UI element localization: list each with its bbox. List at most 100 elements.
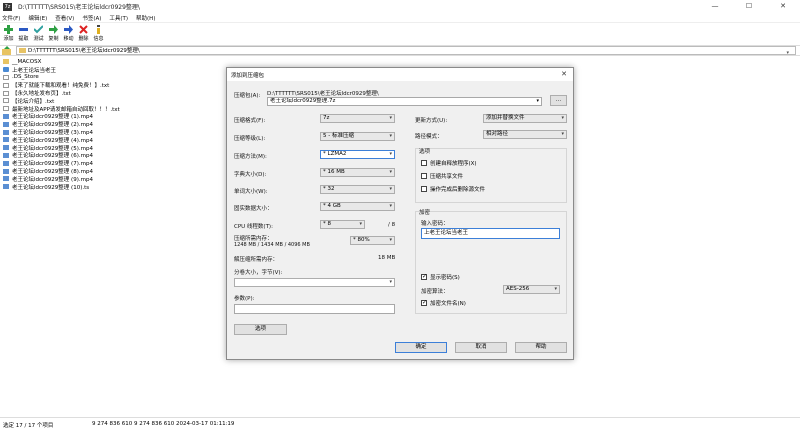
menu-view[interactable]: 查看(V) <box>55 14 74 22</box>
mem-label: 压缩所需内存： <box>234 236 273 242</box>
solid-select[interactable]: * 4 GB ▾ <box>320 202 395 211</box>
file-name: 老王论坛ldcr0929整理 (10).ts <box>12 184 90 191</box>
video-file-icon <box>3 168 9 174</box>
maximize-button[interactable]: ☐ <box>732 0 766 13</box>
decomp-value: 18 MB <box>378 255 396 261</box>
level-select[interactable]: 5 - 标准压缩 ▾ <box>320 132 395 141</box>
file-name: 上老王论坛当老王 <box>12 67 57 74</box>
delete-button[interactable]: 删除 <box>76 24 91 44</box>
status-packed-size: 9 274 836 610 <box>134 421 175 427</box>
sfx-checkbox[interactable]: 创建自释放程序(X) <box>421 159 477 167</box>
cpu-total: / 8 <box>388 222 396 228</box>
encrypt-group-label: 加密 <box>419 210 431 216</box>
file-name: 老王论坛ldcr0929整理 (6).mp4 <box>12 153 93 160</box>
menu-tools[interactable]: 工具(T) <box>109 14 128 22</box>
check-icon <box>34 25 44 34</box>
archive-path: D:\TTTTTT\SRS015\老王论坛ldcr0929整理\ <box>267 91 379 97</box>
format-select[interactable]: 7z ▾ <box>320 114 395 123</box>
video-file-icon <box>3 184 9 190</box>
file-name: .DS_Store <box>12 74 39 81</box>
shared-checkbox[interactable]: 压缩共享文件 <box>421 172 463 180</box>
mem-select[interactable]: * 80% ▾ <box>350 236 395 245</box>
video-file-icon <box>3 129 9 135</box>
dict-label: 字典大小(D): <box>234 172 267 178</box>
menu-file[interactable]: 文件(F) <box>2 14 20 22</box>
menu-bookmarks[interactable]: 书签(A) <box>82 14 101 22</box>
file-name: 【永久地址发布页】.txt <box>12 91 71 98</box>
file-list-item[interactable]: __MACOSX <box>0 58 800 66</box>
params-label: 参数(P): <box>234 296 255 302</box>
password-input[interactable]: 上老王论坛当老王 <box>421 228 560 239</box>
split-label: 分卷大小，字节(V): <box>234 270 283 276</box>
status-bar: 选定 17 / 17 个项目 9 274 836 610 9 274 836 6… <box>0 417 800 429</box>
title-bar: 7z D:\TTTTTT\SRS015\老王论坛ldcr0929整理\ — ☐ … <box>0 0 800 13</box>
browse-button[interactable]: ... <box>550 95 567 106</box>
file-name: 【论坛介绍】.txt <box>12 98 55 105</box>
cancel-button[interactable]: 取消 <box>455 342 507 353</box>
decomp-label: 解压缩所需内存： <box>234 257 279 263</box>
cpu-select[interactable]: * 8 ▾ <box>320 220 365 229</box>
move-button[interactable]: 移动 <box>61 24 76 44</box>
path-select[interactable]: 相对路径 ▾ <box>483 130 567 139</box>
delete-x-icon <box>79 25 89 34</box>
params-input[interactable] <box>234 304 395 314</box>
show-password-checkbox[interactable]: ✓ 显示密码(S) <box>421 273 460 281</box>
archive-label: 压缩包(A): <box>234 93 261 99</box>
status-date: 2024-03-17 01:11:19 <box>176 421 235 427</box>
chevron-down-icon: ▾ <box>359 221 362 227</box>
toolbar: 添加 提取 测试 复制 移动 删除 信息 <box>0 24 800 44</box>
chevron-down-icon[interactable]: ▾ <box>786 49 789 57</box>
path-label: 路径模式： <box>415 134 443 140</box>
move-arrow-icon <box>64 25 74 34</box>
solid-label: 固实数据大小： <box>234 206 273 212</box>
enc-method-select[interactable]: AES-256 ▾ <box>503 285 560 294</box>
dialog-close-icon[interactable]: ✕ <box>561 70 567 78</box>
word-label: 单词大小(W): <box>234 189 268 195</box>
menu-bar: 文件(F) 编辑(E) 查看(V) 书签(A) 工具(T) 帮助(H) <box>0 13 800 23</box>
delete-after-checkbox[interactable]: 操作完成后删除源文件 <box>421 185 485 193</box>
video-file-icon <box>3 145 9 151</box>
file-name: 老王论坛ldcr0929整理 (1).mp4 <box>12 114 93 121</box>
test-button[interactable]: 测试 <box>31 24 46 44</box>
add-button[interactable]: 添加 <box>1 24 16 44</box>
file-name: 老王论坛ldcr0929整理 (2).mp4 <box>12 122 93 129</box>
chevron-down-icon[interactable]: ▾ <box>536 98 539 105</box>
status-selection: 选定 17 / 17 个项目 <box>3 423 54 429</box>
dialog-title: 添加到压缩包 <box>231 72 265 79</box>
dict-select[interactable]: * 16 MB ▾ <box>320 168 395 177</box>
archive-name-input[interactable]: 老王论坛ldcr0929整理.7z ▾ <box>267 97 542 106</box>
doc-file-icon <box>3 106 9 112</box>
folder-file-icon <box>3 59 9 65</box>
format-label: 压缩格式(F): <box>234 118 266 124</box>
video-file-icon <box>3 137 9 143</box>
minimize-button[interactable]: — <box>698 0 732 13</box>
method-select[interactable]: * LZMA2 ▾ <box>320 150 395 159</box>
chevron-down-icon: ▾ <box>389 203 392 209</box>
copy-button[interactable]: 复制 <box>46 24 61 44</box>
help-button[interactable]: 帮助 <box>515 342 567 353</box>
options-button[interactable]: 选项 <box>234 324 287 335</box>
chevron-down-icon: ▾ <box>389 279 392 285</box>
info-button[interactable]: 信息 <box>91 24 106 44</box>
enc-method-label: 加密算法： <box>421 289 449 295</box>
menu-edit[interactable]: 编辑(E) <box>28 14 47 22</box>
ok-button[interactable]: 确定 <box>395 342 447 353</box>
chevron-down-icon: ▾ <box>561 131 564 137</box>
address-input[interactable]: D:\TTTTTT\SRS015\老王论坛ldcr0929整理\ ▾ <box>16 46 796 57</box>
close-button[interactable]: ✕ <box>766 0 800 13</box>
update-select[interactable]: 添加并替换文件 ▾ <box>483 114 567 123</box>
file-name: 老王论坛ldcr0929整理 (8).mp4 <box>12 169 93 176</box>
word-select[interactable]: * 32 ▾ <box>320 185 395 194</box>
chevron-down-icon: ▾ <box>389 186 392 192</box>
cpu-label: CPU 线程数(T): <box>234 224 273 230</box>
chevron-down-icon: ▾ <box>389 237 392 243</box>
menu-help[interactable]: 帮助(H) <box>136 14 155 22</box>
encrypt-names-checkbox[interactable]: ✓ 加密文件名(N) <box>421 299 466 307</box>
up-folder-icon[interactable] <box>2 46 12 55</box>
file-name: 老王论坛ldcr0929整理 (7).mp4 <box>12 161 93 168</box>
update-label: 更新方式(U): <box>415 118 448 124</box>
extract-button[interactable]: 提取 <box>16 24 31 44</box>
doc-file-icon <box>3 90 9 96</box>
options-group-label: 选项 <box>419 149 431 155</box>
split-select[interactable]: ▾ <box>234 278 395 287</box>
